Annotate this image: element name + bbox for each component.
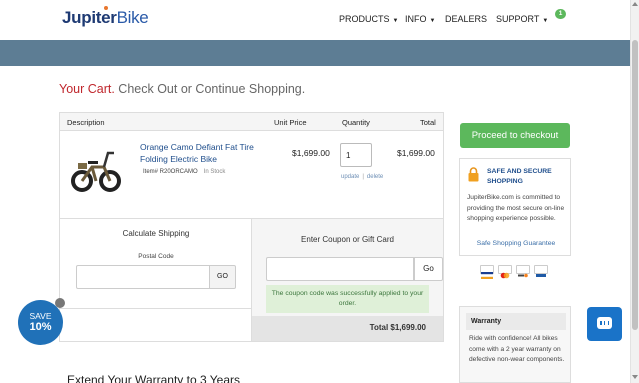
page-title-rest: Check Out or Continue Shopping. [114, 82, 306, 96]
scroll-up-icon[interactable] [632, 2, 638, 6]
nav-info[interactable]: INFO ▼ [405, 14, 435, 24]
line-total: $1,699.00 [397, 148, 435, 158]
page-scrollbar[interactable] [630, 0, 639, 383]
quantity-input[interactable]: 1 [340, 143, 372, 167]
chat-icon [597, 317, 612, 329]
shipping-go-button[interactable]: GO [209, 265, 236, 289]
save-percent: 10% [29, 321, 52, 333]
page-title-highlight: Your Cart. [59, 82, 115, 96]
scroll-down-icon[interactable] [632, 375, 638, 379]
column-unit-price: Unit Price [274, 118, 307, 127]
unit-price: $1,699.00 [292, 148, 330, 158]
extend-warranty-heading: Extend Your Warranty to 3 Years [67, 373, 240, 383]
cart-table-header: Description Unit Price Quantity Total [60, 113, 443, 131]
cart-count-badge[interactable]: 1 [555, 9, 566, 19]
update-link[interactable]: update [341, 174, 359, 180]
chevron-down-icon: ▼ [542, 18, 549, 24]
product-item-number: Item# R20ORCAMO In Stock [143, 169, 225, 175]
secure-shopping-box: SAFE AND SECURE SHOPPING JupiterBike.com… [459, 158, 571, 256]
header-band [0, 40, 630, 66]
column-total: Total [420, 118, 436, 127]
warranty-title: Warranty [466, 313, 566, 330]
nav-support-label: SUPPORT [496, 14, 540, 24]
postal-code-input[interactable] [76, 265, 210, 289]
warranty-box: Warranty Ride with confidence! All bikes… [459, 306, 571, 383]
logo-dot-icon [104, 6, 108, 10]
cart-table: Description Unit Price Quantity Total Or… [59, 112, 444, 342]
secure-description: JupiterBike.com is committed to providin… [467, 194, 565, 222]
proceed-to-checkout-button[interactable]: Proceed to checkout [460, 123, 570, 148]
paypal-icon [534, 265, 548, 277]
lock-icon [468, 167, 479, 182]
grand-total: Total $1,699.00 [369, 323, 426, 332]
nav-products[interactable]: PRODUCTS ▼ [339, 14, 398, 24]
page-title: Your Cart. Check Out or Continue Shoppin… [59, 82, 305, 96]
scrollbar-thumb[interactable] [632, 40, 638, 330]
warranty-description: Ride with confidence! All bikes come wit… [469, 335, 565, 363]
secure-title: SAFE AND SECURE SHOPPING [487, 168, 552, 185]
logo-text-jupiter: Jupiter [62, 8, 117, 27]
product-thumbnail[interactable] [70, 141, 122, 196]
nav-dealers[interactable]: DEALERS [445, 14, 487, 24]
chevron-down-icon: ▼ [429, 18, 436, 24]
nav-dealers-label: DEALERS [445, 14, 488, 24]
nav-products-label: PRODUCTS [339, 14, 390, 24]
coupon-go-button[interactable]: Go [414, 257, 443, 281]
delete-link[interactable]: delete [367, 174, 383, 180]
coupon-success-message: The coupon code was successfully applied… [266, 285, 429, 313]
coupon-title: Enter Coupon or Gift Card [301, 235, 394, 244]
site-header: JupiterBike PRODUCTS ▼ INFO ▼ DEALERS SUPP… [0, 0, 630, 40]
chevron-down-icon: ▼ [392, 18, 399, 24]
coupon-input[interactable] [266, 257, 414, 281]
page: JupiterBike PRODUCTS ▼ INFO ▼ DEALERS SUPP… [0, 0, 639, 383]
mastercard-icon [498, 265, 512, 279]
logo[interactable]: JupiterBike [62, 6, 149, 28]
column-quantity: Quantity [342, 118, 370, 127]
safe-shopping-guarantee-link[interactable]: Safe Shopping Guarantee [460, 240, 572, 247]
discover-card-icon [516, 265, 530, 278]
column-description: Description [67, 118, 105, 127]
nav-info-label: INFO [405, 14, 427, 24]
chat-button[interactable] [587, 307, 622, 341]
close-promo-icon[interactable] [55, 298, 65, 308]
save-label: SAVE [29, 311, 52, 321]
shipping-panel: Calculate Shipping Postal Code GO [60, 219, 252, 341]
nav-support[interactable]: SUPPORT ▼ [496, 14, 548, 24]
product-name-link[interactable]: Orange Camo Defiant Fat Tire Folding Ele… [140, 141, 265, 165]
logo-text-bike: Bike [116, 8, 149, 27]
postal-code-label: Postal Code [138, 253, 174, 260]
stock-status: In Stock [203, 169, 226, 175]
shipping-title: Calculate Shipping [122, 229, 190, 238]
link-separator: | [362, 174, 364, 180]
visa-card-icon [480, 265, 494, 279]
item-number-text: Item# R20ORCAMO [143, 169, 198, 175]
shipping-divider [60, 308, 252, 309]
quantity-actions: update | delete [341, 174, 383, 180]
